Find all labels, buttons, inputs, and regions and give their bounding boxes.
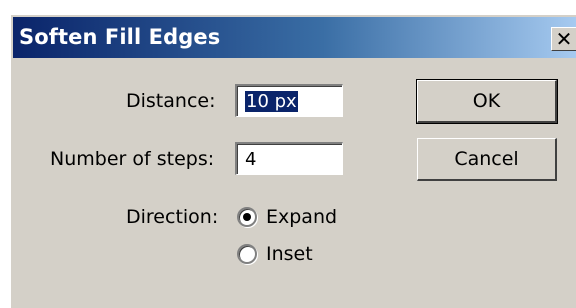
distance-input[interactable]: 10 px (235, 84, 343, 117)
steps-input[interactable]: 4 (235, 142, 343, 175)
distance-value: 10 px (245, 91, 298, 112)
steps-label: Number of steps: (50, 148, 215, 170)
distance-label: Distance: (126, 90, 216, 112)
steps-value: 4 (245, 149, 257, 170)
cancel-button-label: Cancel (454, 148, 519, 170)
close-icon: ✕ (555, 27, 573, 51)
dialog-title: Soften Fill Edges (19, 25, 221, 49)
ok-button[interactable]: OK (416, 79, 558, 124)
soften-fill-edges-dialog: Soften Fill Edges ✕ Distance: 10 px Numb… (10, 14, 576, 308)
direction-label: Direction: (126, 206, 219, 228)
cancel-button[interactable]: Cancel (417, 138, 557, 181)
radio-selected-icon[interactable] (237, 207, 257, 227)
title-bar[interactable]: Soften Fill Edges ✕ (13, 17, 576, 58)
radio-unselected-icon[interactable] (237, 244, 257, 264)
expand-label[interactable]: Expand (266, 206, 337, 228)
close-button[interactable]: ✕ (551, 27, 576, 51)
inset-label[interactable]: Inset (266, 243, 313, 265)
ok-button-label: OK (472, 90, 501, 112)
